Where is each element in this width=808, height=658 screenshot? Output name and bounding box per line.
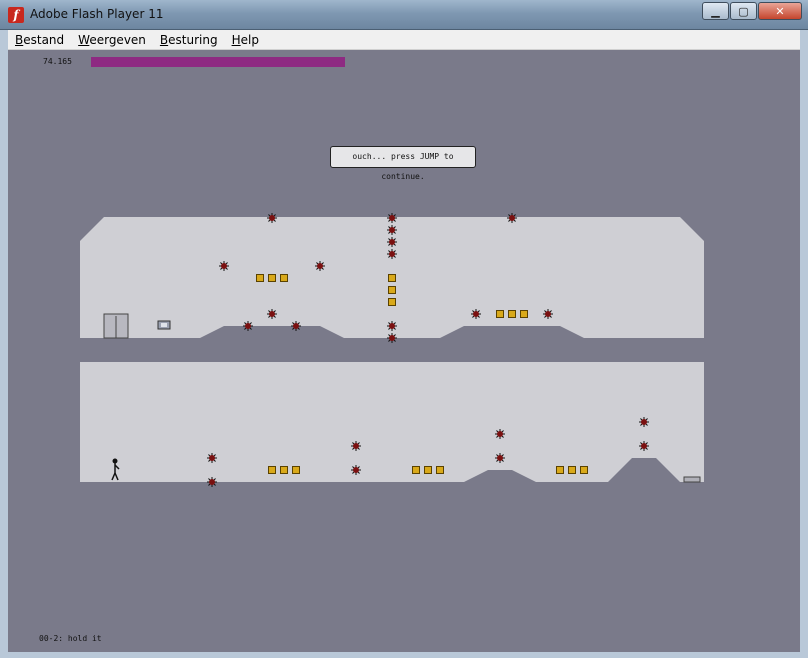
mine-icon (639, 417, 649, 427)
ninja-head (112, 458, 118, 464)
mine-core (545, 311, 551, 317)
window-title: Adobe Flash Player 11 (30, 7, 164, 21)
gold-piece (580, 466, 588, 474)
mine-core (209, 455, 215, 461)
window-frame-right (800, 30, 808, 658)
mine-icon (387, 237, 397, 247)
game-stage[interactable]: 74.165 ouch... press JUMP to continue. 0… (8, 50, 800, 652)
mine-core (389, 251, 395, 257)
gold-piece (568, 466, 576, 474)
mine-icon (267, 213, 277, 223)
gold-piece (556, 466, 564, 474)
gold-piece (268, 466, 276, 474)
gold-piece (412, 466, 420, 474)
mine-icon (471, 309, 481, 319)
launch-pad (683, 476, 701, 483)
mine-icon (387, 225, 397, 235)
mine-core (389, 335, 395, 341)
gold-piece (508, 310, 516, 318)
mine-core (269, 215, 275, 221)
bottom-floor (80, 458, 704, 652)
mine-core (641, 419, 647, 425)
mine-icon (507, 213, 517, 223)
maximize-button[interactable]: ▢ (730, 2, 757, 20)
menu-weergeven[interactable]: Weergeven (78, 33, 146, 47)
time-bar (91, 57, 345, 67)
mine-icon (315, 261, 325, 271)
mine-icon (387, 333, 397, 343)
menu-help[interactable]: Help (232, 33, 259, 47)
lower-room (80, 362, 704, 482)
gold-piece (424, 466, 432, 474)
gold-piece (436, 466, 444, 474)
gold-piece (496, 310, 504, 318)
mine-core (317, 263, 323, 269)
mine-icon (351, 441, 361, 451)
level-terrain (80, 217, 704, 652)
mine-icon (387, 213, 397, 223)
mine-icon (207, 453, 217, 463)
title-bar: f Adobe Flash Player 11 ▁ ▢ ✕ (0, 0, 808, 30)
menu-bar: Bestand Weergeven Besturing Help (8, 30, 800, 50)
mine-core (509, 215, 515, 221)
mine-core (389, 239, 395, 245)
mine-icon (351, 465, 361, 475)
mine-icon (639, 441, 649, 451)
mine-icon (387, 321, 397, 331)
menu-bestand[interactable]: Bestand (15, 33, 64, 47)
mine-core (497, 431, 503, 437)
flash-icon: f (8, 7, 24, 23)
mine-icon (543, 309, 553, 319)
mine-core (221, 263, 227, 269)
mine-core (353, 443, 359, 449)
level-name: 00-2: hold it (39, 634, 102, 643)
mine-core (389, 227, 395, 233)
menu-besturing[interactable]: Besturing (160, 33, 218, 47)
gold-piece (292, 466, 300, 474)
mine-core (473, 311, 479, 317)
mine-core (497, 455, 503, 461)
gold-piece (268, 274, 276, 282)
mine-core (269, 311, 275, 317)
mine-core (209, 479, 215, 485)
gold-piece (280, 274, 288, 282)
gold-piece (388, 274, 396, 282)
close-button[interactable]: ✕ (758, 2, 802, 20)
time-remaining: 74.165 (43, 57, 72, 66)
gold-piece (520, 310, 528, 318)
minimize-button[interactable]: ▁ (702, 2, 729, 20)
gold-piece (256, 274, 264, 282)
mine-icon (495, 429, 505, 439)
gold-piece (388, 298, 396, 306)
mine-core (245, 323, 251, 329)
mine-core (389, 215, 395, 221)
level-map (80, 213, 704, 652)
window-frame-left (0, 30, 8, 658)
mine-icon (207, 477, 217, 487)
mine-icon (219, 261, 229, 271)
mine-icon (387, 249, 397, 259)
gold-piece (280, 466, 288, 474)
mine-core (641, 443, 647, 449)
message-box: ouch... press JUMP to continue. (330, 146, 476, 181)
switch-light (161, 323, 167, 327)
gold-piece (388, 286, 396, 294)
mine-icon (267, 309, 277, 319)
mine-core (353, 467, 359, 473)
mine-icon (243, 321, 253, 331)
mine-core (293, 323, 299, 329)
window-frame-bottom (0, 652, 808, 658)
mine-core (389, 323, 395, 329)
mine-icon (495, 453, 505, 463)
mine-icon (291, 321, 301, 331)
